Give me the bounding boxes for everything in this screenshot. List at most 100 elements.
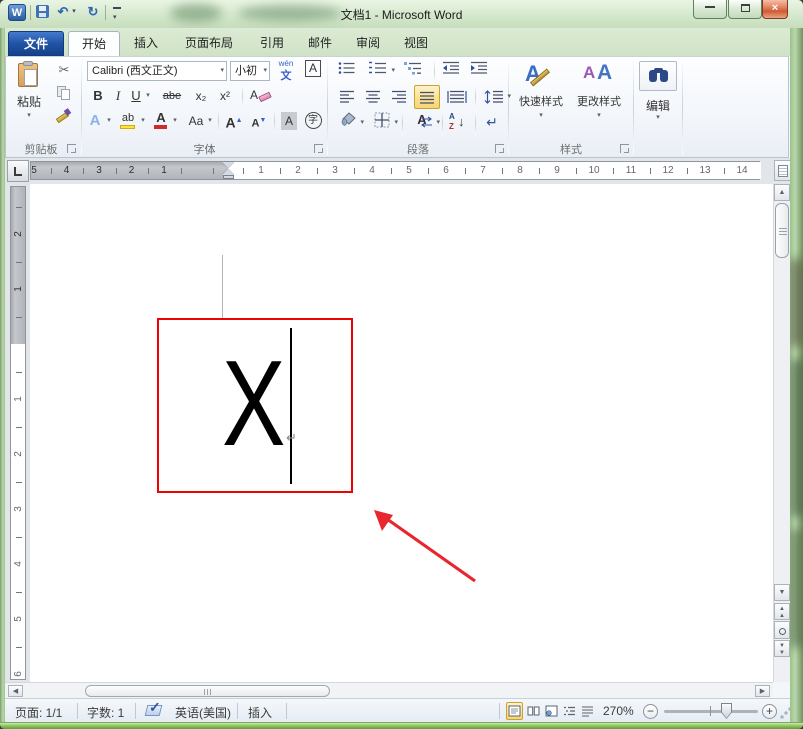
- tab-home[interactable]: 开始: [68, 31, 120, 56]
- shrink-font-button[interactable]: A▼: [248, 110, 270, 132]
- change-case-button[interactable]: Aa: [184, 110, 208, 132]
- highlight-color-button[interactable]: ab: [117, 110, 139, 132]
- first-line-indent-marker[interactable]: [222, 162, 234, 168]
- bold-button[interactable]: B: [89, 86, 107, 106]
- numbering-button[interactable]: ▾: [363, 61, 395, 81]
- text-effects-button[interactable]: A: [85, 110, 105, 132]
- vertical-scrollbar[interactable]: ▲ ▼ ▲ ▲ ▼ ▼: [773, 184, 790, 682]
- horizontal-scroll-thumb[interactable]: [85, 685, 330, 697]
- previous-page-button[interactable]: ▲ ▲: [774, 603, 790, 620]
- distributed-button[interactable]: [444, 86, 470, 108]
- decrease-indent-button[interactable]: [439, 61, 463, 81]
- justify-button[interactable]: [414, 85, 440, 109]
- shading-dropdown[interactable]: ▾: [360, 119, 364, 126]
- align-center-button[interactable]: [362, 86, 384, 108]
- tab-page-layout[interactable]: 页面布局: [172, 31, 246, 56]
- character-border-button[interactable]: A: [302, 60, 324, 80]
- page-indicator[interactable]: 页面: 1/1: [15, 704, 62, 721]
- font-dialog-launcher[interactable]: [314, 144, 323, 153]
- increase-indent-button[interactable]: [467, 61, 491, 81]
- underline-dropdown[interactable]: ▾: [144, 92, 152, 99]
- format-painter-button[interactable]: [51, 106, 77, 126]
- zoom-slider-thumb[interactable]: [721, 703, 732, 719]
- strikethrough-button[interactable]: abe: [158, 86, 186, 106]
- tab-mailings[interactable]: 邮件: [298, 31, 342, 56]
- draft-view-button[interactable]: [579, 702, 596, 720]
- grow-font-button[interactable]: A▲: [223, 110, 245, 132]
- chevron-down-icon[interactable]: ▾: [220, 67, 224, 74]
- clear-formatting-button[interactable]: A: [248, 86, 274, 106]
- zoom-slider-track[interactable]: [664, 710, 758, 713]
- underline-button[interactable]: U: [128, 86, 144, 106]
- shading-button[interactable]: ▾: [334, 112, 364, 134]
- next-page-button[interactable]: ▼ ▼: [774, 640, 790, 657]
- numbering-dropdown[interactable]: ▾: [391, 67, 395, 74]
- change-case-dropdown[interactable]: ▾: [206, 117, 214, 124]
- font-size-combo[interactable]: 小初 ▾: [230, 61, 270, 81]
- character-shading-button[interactable]: A: [279, 110, 299, 132]
- line-spacing-dropdown[interactable]: ▾: [507, 93, 511, 100]
- close-button[interactable]: ×: [762, 0, 788, 19]
- paste-button[interactable]: 粘贴 ▾: [11, 61, 47, 135]
- print-layout-view-button[interactable]: [506, 702, 523, 720]
- font-color-button[interactable]: A: [151, 110, 171, 132]
- insert-mode-indicator[interactable]: 插入: [248, 704, 272, 721]
- highlight-dropdown[interactable]: ▾: [139, 117, 147, 124]
- line-spacing-button[interactable]: ▾: [480, 86, 511, 108]
- zoom-level[interactable]: 270%: [603, 704, 634, 718]
- scroll-down-button[interactable]: ▼: [774, 584, 790, 601]
- quick-styles-button[interactable]: A 快速样式 ▾: [515, 61, 567, 135]
- asian-layout-button[interactable]: A ▾: [407, 112, 440, 134]
- editing-dropdown[interactable]: ▾: [635, 114, 681, 121]
- scroll-right-button[interactable]: ▶: [755, 685, 770, 697]
- spell-check-indicator[interactable]: ✓: [144, 699, 164, 718]
- tab-insert[interactable]: 插入: [124, 31, 168, 56]
- scroll-up-button[interactable]: ▲: [774, 184, 790, 201]
- borders-dropdown[interactable]: ▾: [394, 119, 398, 126]
- superscript-button[interactable]: x²: [215, 86, 235, 106]
- minimize-button[interactable]: [693, 0, 727, 19]
- enclose-characters-button[interactable]: 字: [302, 110, 324, 132]
- document-page[interactable]: X ↵: [30, 184, 773, 682]
- styles-dialog-launcher[interactable]: [620, 144, 629, 153]
- multilevel-list-button[interactable]: [398, 61, 428, 81]
- chevron-down-icon[interactable]: ▾: [263, 67, 267, 74]
- language-indicator[interactable]: 英语(美国): [175, 704, 231, 721]
- zoom-in-button[interactable]: +: [762, 704, 777, 719]
- zoom-out-button[interactable]: −: [643, 704, 658, 719]
- tab-references[interactable]: 引用: [250, 31, 294, 56]
- show-hide-marks-button[interactable]: ↵: [480, 112, 504, 134]
- text-effects-dropdown[interactable]: ▾: [105, 117, 113, 124]
- tab-file[interactable]: 文件: [8, 31, 64, 56]
- scroll-left-button[interactable]: ◀: [8, 685, 23, 697]
- editing-find-button[interactable]: [639, 61, 677, 91]
- font-color-dropdown[interactable]: ▾: [171, 117, 179, 124]
- outline-view-button[interactable]: [561, 702, 578, 720]
- tab-view[interactable]: 视图: [394, 31, 438, 56]
- cut-button[interactable]: ✂: [51, 62, 77, 80]
- editing-group-button[interactable]: 编辑: [635, 97, 681, 114]
- font-name-combo[interactable]: Calibri (西文正文) ▾: [87, 61, 227, 81]
- italic-button[interactable]: I: [111, 86, 125, 106]
- borders-button[interactable]: ▾: [368, 112, 398, 134]
- vertical-scroll-thumb[interactable]: [775, 203, 789, 258]
- change-styles-button[interactable]: A A 更改样式 ▾: [571, 61, 627, 135]
- copy-button[interactable]: [51, 84, 77, 102]
- subscript-button[interactable]: x₂: [191, 86, 211, 106]
- full-screen-reading-view-button[interactable]: [525, 702, 542, 720]
- phonetic-guide-button[interactable]: wén 文: [274, 59, 298, 82]
- horizontal-scrollbar[interactable]: ◀ ▶: [5, 682, 773, 698]
- maximize-button[interactable]: [728, 0, 762, 19]
- select-browse-object-button[interactable]: [774, 621, 790, 639]
- align-right-button[interactable]: [388, 86, 410, 108]
- web-layout-view-button[interactable]: [543, 702, 560, 720]
- asian-layout-dropdown[interactable]: ▾: [436, 119, 440, 126]
- view-ruler-toggle-button[interactable]: [774, 160, 791, 181]
- align-left-button[interactable]: [336, 86, 358, 108]
- word-count[interactable]: 字数: 1: [87, 704, 124, 721]
- paragraph-dialog-launcher[interactable]: [495, 144, 504, 153]
- sort-button[interactable]: A Z ↓: [447, 112, 471, 134]
- tab-review[interactable]: 审阅: [346, 31, 390, 56]
- bullets-button[interactable]: [334, 61, 360, 81]
- left-indent-marker[interactable]: [222, 175, 234, 179]
